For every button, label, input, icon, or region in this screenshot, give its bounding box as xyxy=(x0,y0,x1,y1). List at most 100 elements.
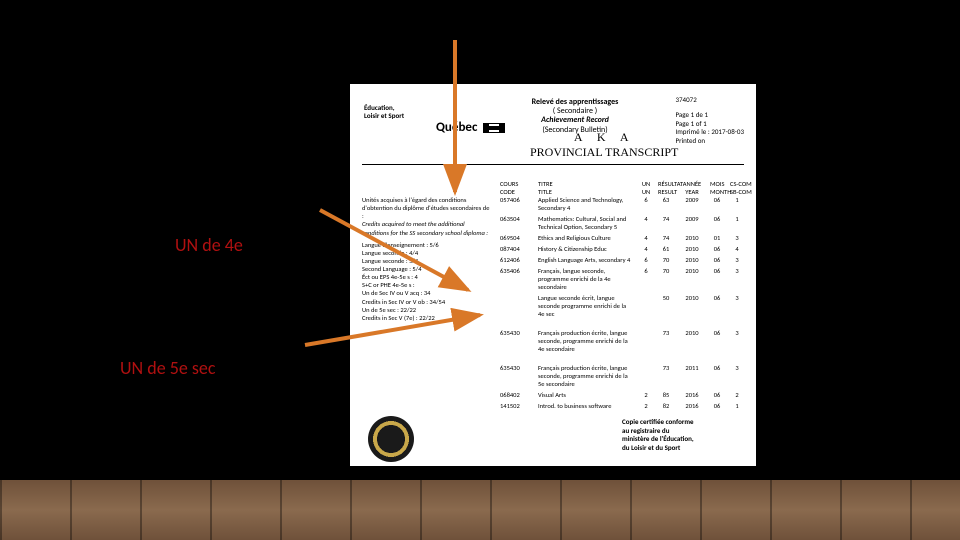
text: Credits acquired to meet the additional … xyxy=(362,220,492,236)
text: Printed on xyxy=(675,137,744,146)
cell: 4 xyxy=(640,234,652,242)
cell: Visual Arts xyxy=(538,391,634,399)
table-row: 068402Visual Arts2852016062 xyxy=(500,391,744,399)
col-reg: CS-COM SB-COM xyxy=(730,180,744,196)
cell: 635430 xyxy=(500,364,532,388)
table-row: 635430Français production écrite, langue… xyxy=(500,329,744,353)
cell: 063504 xyxy=(500,215,532,231)
cell: 2 xyxy=(640,391,652,399)
certification-text: Copie certifiée conforme au registraire … xyxy=(622,418,742,452)
cell: 01 xyxy=(710,234,724,242)
cell: 74 xyxy=(658,215,674,231)
table-body: 057406 Applied Science and Technology, Se… xyxy=(500,196,744,413)
cell: 50 xyxy=(658,294,674,318)
cell: 612406 xyxy=(500,256,532,264)
text: Québec xyxy=(436,120,477,135)
cell: 3 xyxy=(730,267,744,291)
credit-line: Credits in Sec IV or V ob : 34/54 xyxy=(362,298,492,306)
table-row: 141502Introd. to business software282201… xyxy=(500,402,744,410)
annotation-credits-can: Credits you CAN Accumulate this year UN … xyxy=(120,310,330,380)
table-row: 063504 Mathematics: Cultural, Social and … xyxy=(500,215,744,231)
cell: Français production écrite, langue secon… xyxy=(538,329,634,353)
cell: Ethics and Religious Culture xyxy=(538,234,634,242)
cell: 06 xyxy=(710,256,724,264)
cell: 74 xyxy=(658,234,674,242)
cell: Introd. to business software xyxy=(538,402,634,410)
cell: Mathematics: Cultural, Social and Techni… xyxy=(538,215,634,231)
cell: Langue seconde écrit, langue seconde pro… xyxy=(538,294,634,318)
cell xyxy=(500,294,532,318)
col-result: RÉSULTAT RESULT xyxy=(658,180,674,196)
cell: Applied Science and Technology, Secondar… xyxy=(538,196,634,212)
table-row: 612406 English Language Arts, secondary 4… xyxy=(500,256,744,264)
cell: 087404 xyxy=(500,245,532,253)
cell: 2010 xyxy=(680,234,704,242)
text-line: Credits you have xyxy=(175,164,335,187)
cell: 2009 xyxy=(680,196,704,212)
slide-title: CODE = last 3 digits tell you the course… xyxy=(190,10,578,37)
table-row: 635430Français production écrite, langue… xyxy=(500,364,744,388)
cell: 70 xyxy=(658,256,674,264)
cell: History & Citizenship Educ xyxy=(538,245,634,253)
text-line: Accumulated xyxy=(175,211,335,234)
credit-line: Langue seconde : 4/4 xyxy=(362,249,492,257)
col-units: UN UN xyxy=(640,180,652,196)
ministry-label: Éducation, Loisir et Sport xyxy=(364,104,434,119)
credit-line: Éct ou EPS 4e-5e s : 4 xyxy=(362,273,492,281)
cell: 3 xyxy=(730,364,744,388)
cell: 2009 xyxy=(680,215,704,231)
text: 374072 xyxy=(675,96,744,105)
table-row: Langue seconde écrit, langue seconde pro… xyxy=(500,294,744,318)
cell: Français production écrite, langue secon… xyxy=(538,364,634,388)
cell xyxy=(640,364,652,388)
col-title: TITRE TITLE xyxy=(538,180,634,196)
cell: 057406 xyxy=(500,196,532,212)
cell: 3 xyxy=(730,234,744,242)
cell: 73 xyxy=(658,329,674,353)
cell: 85 xyxy=(658,391,674,399)
cell: 70 xyxy=(658,267,674,291)
cell: 3 xyxy=(730,294,744,318)
transcript-document: Éducation, Loisir et Sport Québec Relevé… xyxy=(350,84,756,466)
cell: 6 xyxy=(640,256,652,264)
cell: 1 xyxy=(730,196,744,212)
cell: 2010 xyxy=(680,329,704,353)
slide: CODE = last 3 digits tell you the course… xyxy=(0,0,960,540)
text-line: Accumulate this year xyxy=(120,333,330,356)
cell: 4 xyxy=(640,245,652,253)
doc-metadata: 374072 Page 1 de 1 Page 1 of 1 Imprimé l… xyxy=(675,96,744,146)
text-line: ALREADY xyxy=(175,187,335,210)
cell: 6 xyxy=(640,267,652,291)
credit-line: Langue d'enseignement : 5/6 xyxy=(362,241,492,249)
cell: 1 xyxy=(730,402,744,410)
cell: English Language Arts, secondary 4 xyxy=(538,256,634,264)
cell: 3 xyxy=(730,256,744,264)
cell: 2010 xyxy=(680,267,704,291)
cell: 61 xyxy=(658,245,674,253)
cell: 141502 xyxy=(500,402,532,410)
cell: 06 xyxy=(710,267,724,291)
cell: 06 xyxy=(710,391,724,399)
credit-line: Langue seconde : 5/4 xyxy=(362,257,492,265)
credit-line: Un de 5e sec : 22/22 xyxy=(362,306,492,314)
cell: 2 xyxy=(640,402,652,410)
text: Loisir et Sport xyxy=(364,112,434,120)
divider xyxy=(362,164,744,165)
text: PROVINCIAL TRANSCRIPT xyxy=(530,145,678,160)
credit-line: S+C or PHE 4e-5e s : xyxy=(362,281,492,289)
cell: 2010 xyxy=(680,294,704,318)
cell: 635430 xyxy=(500,329,532,353)
col-code: COURS CODE xyxy=(500,180,532,196)
text-highlight: UN de 4e xyxy=(175,234,335,257)
text-highlight: UN de 5e sec xyxy=(120,357,330,380)
cell: 06 xyxy=(710,364,724,388)
credit-line: Second Language : 5/4 xyxy=(362,265,492,273)
cell: 06 xyxy=(710,294,724,318)
cell: 2010 xyxy=(680,245,704,253)
credit-line: Un de Sec IV ou V acq : 34 xyxy=(362,289,492,297)
credit-line: Credits in Sec V (7e) : 22/22 xyxy=(362,314,492,322)
cell: 2 xyxy=(730,391,744,399)
cell: 1 xyxy=(730,215,744,231)
text: Unités acquises à l'égard des conditions… xyxy=(362,196,492,220)
cell: 2016 xyxy=(680,391,704,399)
